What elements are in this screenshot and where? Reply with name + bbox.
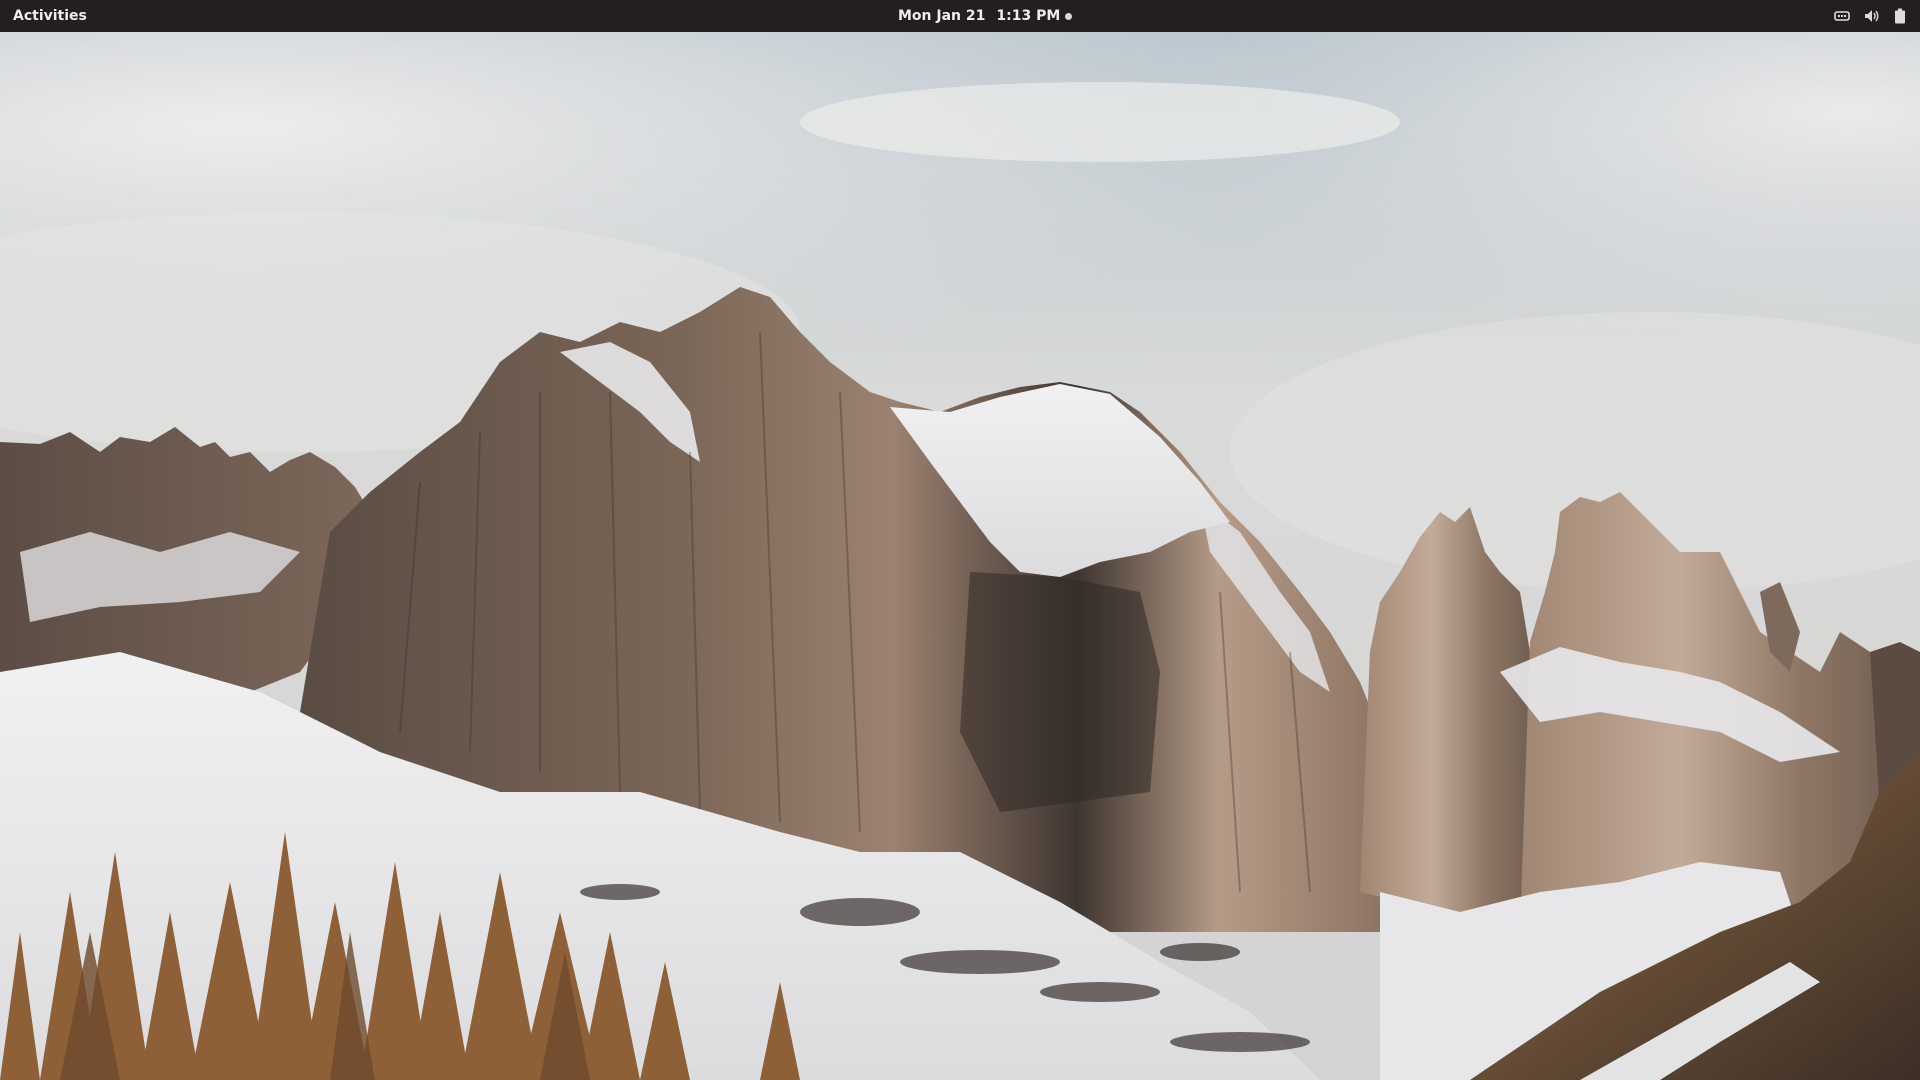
clock-time: 1:13 PM xyxy=(996,8,1061,24)
notification-dot-icon xyxy=(1065,12,1073,20)
network-wired-icon[interactable] xyxy=(1834,0,1850,32)
battery-icon[interactable] xyxy=(1894,0,1906,32)
activities-button[interactable]: Activities xyxy=(11,0,89,32)
desktop-wallpaper[interactable] xyxy=(0,32,1920,1080)
speaker-volume-icon[interactable] xyxy=(1864,0,1880,32)
clock-date: Mon Jan 21 xyxy=(898,8,986,24)
mountain-wallpaper xyxy=(0,32,1920,1080)
system-tray[interactable] xyxy=(1834,0,1906,32)
clock-button[interactable]: Mon Jan 21 1:13 PM xyxy=(898,0,1073,32)
top-panel: Activities Mon Jan 21 1:13 PM xyxy=(0,0,1920,32)
